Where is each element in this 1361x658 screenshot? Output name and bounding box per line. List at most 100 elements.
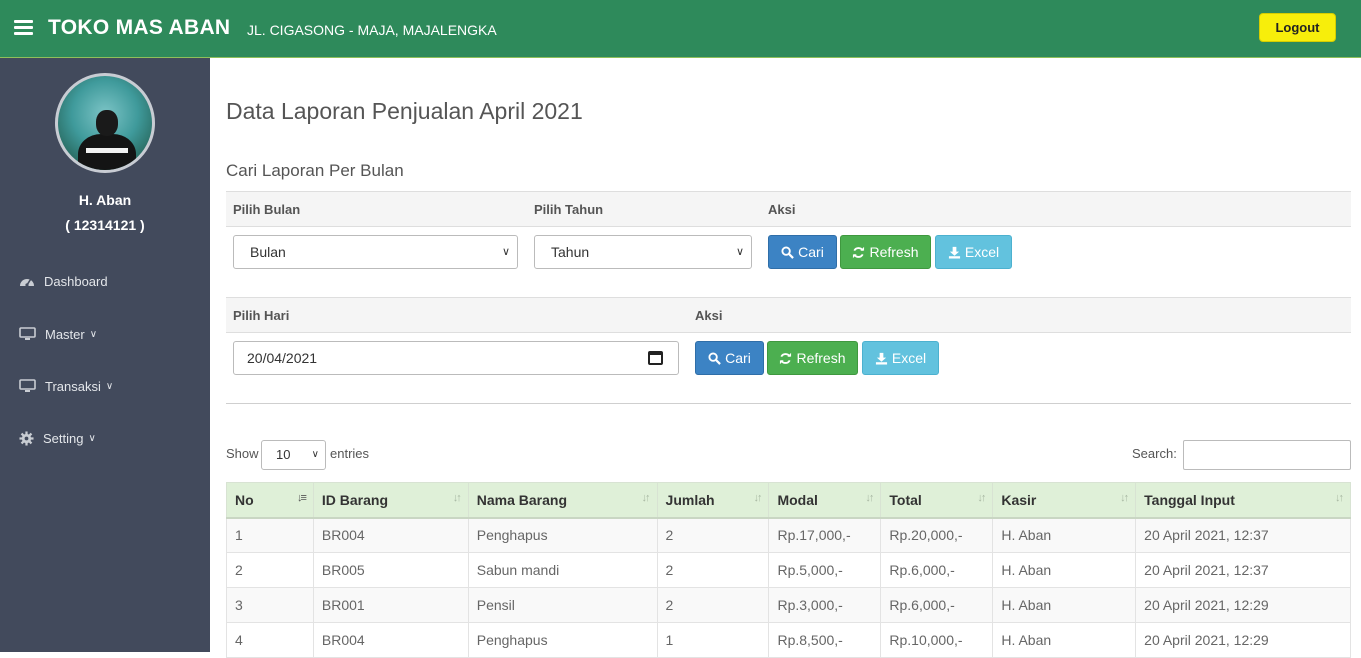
section-title: Cari Laporan Per Bulan bbox=[226, 161, 404, 180]
refresh-day-button[interactable]: Refresh bbox=[767, 341, 858, 375]
sort-icon: ↓↑ bbox=[753, 492, 762, 504]
page-title: Data Laporan Penjualan April 2021 bbox=[226, 98, 583, 124]
column-header-id-barang[interactable]: ID Barang ↓↑ bbox=[312, 482, 469, 519]
search-label: Search: bbox=[1132, 446, 1177, 461]
sort-icon: ↓↑ bbox=[641, 492, 651, 504]
chevron-down-icon: ∨ bbox=[311, 449, 319, 460]
cell-total: Rp.10,000,- bbox=[880, 622, 994, 658]
entries-label: entries bbox=[330, 446, 370, 461]
month-label: Pilih Bulan bbox=[233, 202, 301, 217]
sort-asc-icon: ↓≡ bbox=[296, 492, 307, 504]
entries-select[interactable]: 10 ∨ bbox=[261, 440, 326, 470]
gear-icon bbox=[19, 430, 34, 446]
excel-month-button[interactable]: Excel bbox=[935, 235, 1012, 269]
chevron-down-icon: ∨ bbox=[501, 246, 510, 258]
cell-nama-barang: Penghapus bbox=[467, 622, 658, 658]
day-label: Pilih Hari bbox=[233, 308, 290, 323]
monitor-icon bbox=[19, 327, 36, 340]
column-header-no[interactable]: No ↓≡ bbox=[226, 482, 314, 519]
cell-id-barang: BR005 bbox=[312, 552, 469, 588]
cell-nama-barang: Pensil bbox=[467, 587, 658, 623]
chevron-down-icon: ∨ bbox=[89, 328, 98, 340]
cell-id-barang: BR004 bbox=[312, 517, 469, 553]
action-label: Aksi bbox=[768, 202, 796, 217]
search-icon bbox=[708, 351, 722, 365]
cell-jumlah: 2 bbox=[656, 587, 770, 623]
table-row: 3 BR001 Pensil 2 Rp.3,000,- Rp.6,000,- H… bbox=[226, 587, 1351, 623]
dashboard-icon bbox=[20, 279, 34, 287]
table-header-row: No ↓≡ ID Barang ↓↑ Nama Barang ↓↑ Jumlah ↓↑ … bbox=[226, 482, 1351, 519]
column-header-modal[interactable]: Modal ↓↑ bbox=[768, 482, 882, 519]
sidebar-item-dashboard[interactable]: Dashboard bbox=[19, 269, 108, 293]
sidebar-item-label: Transaksi bbox=[45, 378, 101, 394]
cell-jumlah: 2 bbox=[656, 517, 770, 553]
chevron-down-icon: ∨ bbox=[735, 246, 744, 258]
sort-icon: ↓↑ bbox=[1120, 492, 1129, 504]
sidebar-item-setting[interactable]: Setting ∨ bbox=[19, 426, 96, 450]
cell-total: Rp.6,000,- bbox=[880, 552, 994, 588]
chevron-down-icon: ∨ bbox=[105, 380, 114, 392]
search-day-button[interactable]: Cari bbox=[695, 341, 764, 375]
column-header-jumlah[interactable]: Jumlah ↓↑ bbox=[656, 482, 770, 519]
month-select[interactable]: Bulan ∨ bbox=[233, 235, 518, 269]
excel-day-button[interactable]: Excel bbox=[862, 341, 939, 375]
chevron-down-icon: ∨ bbox=[88, 432, 96, 444]
year-select[interactable]: Tahun ∨ bbox=[534, 235, 752, 269]
top-navbar: TOKO MAS ABAN JL. CIGASONG - MAJA, MAJAL… bbox=[0, 0, 1361, 58]
cell-no: 3 bbox=[226, 587, 314, 623]
search-month-button[interactable]: Cari bbox=[768, 235, 837, 269]
sidebar-item-label: Master bbox=[45, 326, 85, 342]
day-filter-header: Pilih Hari Aksi bbox=[226, 297, 1351, 333]
cell-nama-barang: Penghapus bbox=[467, 517, 658, 553]
cell-tanggal-input: 20 April 2021, 12:37 bbox=[1135, 517, 1351, 553]
store-address: JL. CIGASONG - MAJA, MAJALENGKA bbox=[247, 22, 497, 38]
download-icon bbox=[948, 246, 960, 259]
sort-icon: ↓↑ bbox=[452, 492, 462, 504]
calendar-icon[interactable] bbox=[648, 351, 663, 365]
cell-no: 1 bbox=[226, 517, 314, 553]
refresh-icon bbox=[853, 246, 865, 258]
cell-jumlah: 2 bbox=[656, 552, 770, 588]
monitor-icon bbox=[19, 379, 36, 392]
cell-total: Rp.20,000,- bbox=[880, 517, 994, 553]
logout-button[interactable]: Logout bbox=[1259, 13, 1336, 42]
cell-id-barang: BR001 bbox=[312, 587, 469, 623]
refresh-icon bbox=[780, 352, 792, 364]
cell-modal: Rp.5,000,- bbox=[768, 552, 882, 588]
cell-kasir: H. Aban bbox=[992, 622, 1137, 658]
sort-icon: ↓↑ bbox=[865, 492, 874, 504]
cell-no: 4 bbox=[226, 622, 314, 658]
cell-modal: Rp.17,000,- bbox=[768, 517, 882, 553]
column-header-kasir[interactable]: Kasir ↓↑ bbox=[992, 482, 1137, 519]
cell-tanggal-input: 20 April 2021, 12:29 bbox=[1135, 622, 1351, 658]
column-header-total[interactable]: Total ↓↑ bbox=[880, 482, 994, 519]
cell-modal: Rp.8,500,- bbox=[768, 622, 882, 658]
column-header-tanggal-input[interactable]: Tanggal Input ↓↑ bbox=[1135, 482, 1351, 519]
report-table: No ↓≡ ID Barang ↓↑ Nama Barang ↓↑ Jumlah ↓↑ … bbox=[226, 482, 1351, 658]
refresh-month-button[interactable]: Refresh bbox=[840, 235, 931, 269]
download-icon bbox=[875, 352, 887, 365]
table-row: 2 BR005 Sabun mandi 2 Rp.5,000,- Rp.6,00… bbox=[226, 552, 1351, 588]
cell-total: Rp.6,000,- bbox=[880, 587, 994, 623]
user-name: H. Aban bbox=[78, 192, 132, 208]
action-label: Aksi bbox=[695, 308, 723, 323]
column-header-nama-barang[interactable]: Nama Barang ↓↑ bbox=[467, 482, 658, 519]
search-input[interactable] bbox=[1183, 440, 1351, 470]
user-id: ( 12314121 ) bbox=[65, 217, 145, 233]
table-row: 1 BR004 Penghapus 2 Rp.17,000,- Rp.20,00… bbox=[226, 517, 1351, 553]
cell-kasir: H. Aban bbox=[992, 552, 1137, 588]
sidebar-item-transaksi[interactable]: Transaksi ∨ bbox=[19, 374, 113, 398]
divider bbox=[226, 403, 1351, 404]
brand-title: TOKO MAS ABAN bbox=[48, 16, 231, 39]
cell-id-barang: BR004 bbox=[312, 622, 469, 658]
show-label: Show bbox=[226, 446, 259, 461]
sidebar: H. Aban ( 12314121 ) Dashboard Master ∨ … bbox=[0, 58, 210, 652]
cell-no: 2 bbox=[226, 552, 314, 588]
date-input[interactable]: 20/04/2021 bbox=[233, 341, 679, 375]
hamburger-menu-icon[interactable] bbox=[14, 20, 33, 36]
sidebar-item-master[interactable]: Master ∨ bbox=[19, 322, 97, 346]
sort-icon: ↓↑ bbox=[977, 492, 986, 504]
cell-jumlah: 1 bbox=[656, 622, 770, 658]
cell-nama-barang: Sabun mandi bbox=[467, 552, 658, 588]
avatar bbox=[55, 73, 155, 173]
